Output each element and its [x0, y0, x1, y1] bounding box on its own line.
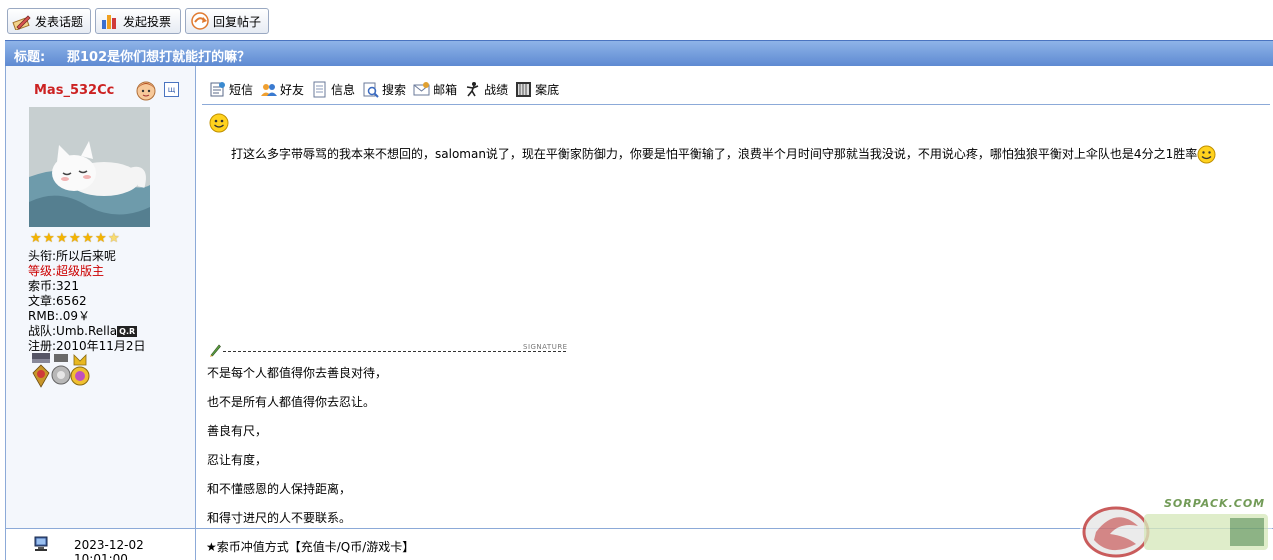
author-reg-row: 注册:2010年11月2日: [28, 339, 146, 353]
star-icon: ★: [82, 231, 94, 246]
message-icon: [209, 81, 226, 98]
user-actions-bar: 短信 好友 信息 搜索 邮箱 战绩 案底: [209, 79, 566, 99]
signature-label: SIGNATURE: [523, 343, 568, 351]
friend-action[interactable]: 好友: [260, 81, 304, 98]
signature-line-3: 善良有尺，: [207, 424, 268, 438]
signature-line-4: 忍让有度，: [207, 453, 268, 467]
author-info: 头衔:所以后来呢 等级:超级版主 索币:321 文章:6562 RMB:.09￥…: [28, 249, 146, 354]
reply-button[interactable]: 回复帖子: [185, 8, 269, 34]
profile-icon: [311, 81, 328, 98]
bar-chart-icon: [100, 12, 120, 30]
team-badge: Q.R: [117, 326, 138, 337]
site-logo-watermark: SORPACK.COM: [1080, 492, 1272, 558]
post-content-panel: 短信 好友 信息 搜索 邮箱 战绩 案底 打这么多字带辱骂的我本来不想回的，sa…: [197, 66, 1273, 528]
pencil-icon: [12, 12, 32, 31]
thread-title: 那102是你们想打就能打的嘛？: [67, 50, 251, 65]
author-team-row: 战队:Umb.Rella Q.R: [28, 324, 138, 338]
star-icon: ★: [95, 231, 107, 246]
post-message: 打这么多字带辱骂的我本来不想回的，saloman说了，现在平衡家防御力，你要是怕…: [231, 145, 1216, 164]
reply-label: 回复帖子: [213, 14, 262, 29]
signature-line-2: 也不是所有人都值得你去忍让。: [207, 395, 376, 409]
friends-icon: [260, 81, 278, 98]
info-action[interactable]: 信息: [311, 81, 355, 98]
author-level-row: 等级:超级版主: [28, 264, 105, 278]
title-label: 标题:: [14, 50, 46, 65]
star-icon: ★: [30, 231, 42, 246]
mail-icon: [413, 81, 430, 98]
reply-icon: [190, 12, 210, 30]
star-icon: ★: [43, 231, 55, 246]
archive-action[interactable]: 案底: [515, 81, 559, 98]
new-poll-button[interactable]: 发起投票: [95, 8, 181, 34]
online-status-icon[interactable]: щ: [164, 82, 179, 97]
new-topic-button[interactable]: 发表话题: [7, 8, 91, 34]
content-divider: [202, 104, 1270, 105]
new-topic-label: 发表话题: [35, 14, 84, 29]
signature-line-5: 和不懂感恩的人保持距离，: [207, 482, 352, 496]
post: Mas_532Cc щ ★ ★ ★ ★ ★ ★ ★ 头衔:所以后来呢 等级:超级…: [5, 66, 1273, 560]
new-poll-label: 发起投票: [123, 14, 172, 29]
author-name[interactable]: Mas_532Cc: [34, 83, 114, 98]
mail-action[interactable]: 邮箱: [413, 81, 457, 98]
soldier-icon: [464, 81, 481, 98]
signature-text: 不是每个人都值得你去善良对待， 也不是所有人都值得你去忍让。 善良有尺， 忍让有…: [207, 359, 387, 533]
smiley-icon: [209, 113, 229, 133]
author-coins-row: 索币:321: [28, 279, 79, 293]
signature-line-1: 不是每个人都值得你去善良对待，: [207, 366, 388, 380]
post-timestamp: 2023-12-02 10:01:00: [74, 538, 144, 560]
author-rmb-row: RMB:.09￥: [28, 309, 91, 323]
gender-face-icon: [135, 79, 157, 101]
record-action[interactable]: 战绩: [464, 81, 508, 98]
avatar: [29, 107, 150, 227]
author-title-row: 头衔:所以后来呢: [28, 249, 117, 263]
medals: [30, 353, 94, 389]
post-footer-left: 2023-12-02 10:01:00: [6, 529, 196, 560]
search-icon: [362, 81, 379, 98]
search-action[interactable]: 搜索: [362, 81, 406, 98]
sms-action[interactable]: 短信: [209, 81, 253, 98]
star-icon: ★: [69, 231, 81, 246]
star-icon: ★: [56, 231, 68, 246]
coin-recharge-link[interactable]: ★索币冲值方式【充值卡/Q币/游戏卡】: [206, 538, 414, 555]
author-posts-row: 文章:6562: [28, 294, 87, 308]
signature-line: [223, 351, 566, 352]
top-toolbar: 发表话题 发起投票 回复帖子: [0, 0, 1273, 40]
archive-icon: [515, 81, 532, 98]
signature-divider: SIGNATURE: [209, 343, 569, 357]
star-icon: ★: [108, 231, 120, 246]
thread-title-bar: 标题: 那102是你们想打就能打的嘛？: [5, 40, 1273, 66]
pen-icon: [209, 343, 221, 360]
author-panel: Mas_532Cc щ ★ ★ ★ ★ ★ ★ ★ 头衔:所以后来呢 等级:超级…: [6, 66, 196, 528]
smiley-icon: [1197, 145, 1216, 164]
watermark-text: SORPACK.COM: [1164, 497, 1266, 510]
computer-icon[interactable]: [33, 536, 49, 552]
rank-stars: ★ ★ ★ ★ ★ ★ ★: [30, 232, 121, 245]
